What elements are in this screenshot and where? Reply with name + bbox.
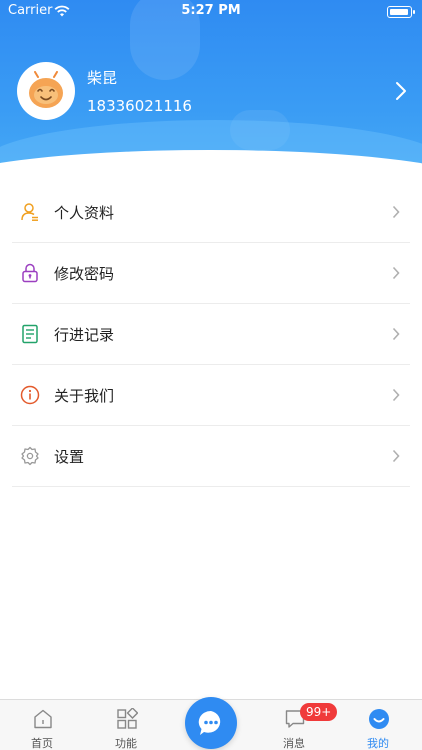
clock: 5:27 PM xyxy=(181,3,241,18)
lock-icon xyxy=(22,263,38,283)
chevron-right-icon xyxy=(392,266,400,280)
tab-mine[interactable]: 我的 xyxy=(348,700,408,750)
settings-icon xyxy=(21,446,39,466)
menu-item-label: 个人资料 xyxy=(54,204,115,222)
tab-features[interactable]: 功能 xyxy=(96,700,156,750)
user-name: 柴昆 xyxy=(87,69,118,87)
info-icon xyxy=(20,385,40,405)
menu-item-settings[interactable]: 设置 xyxy=(12,426,410,487)
menu-item-about-us[interactable]: 关于我们 xyxy=(12,365,410,426)
tab-label: 首页 xyxy=(31,737,53,750)
status-bar: Carrier 5:27 PM xyxy=(0,0,422,24)
chat-icon xyxy=(198,710,221,735)
smile-icon xyxy=(369,709,389,729)
avatar[interactable] xyxy=(17,62,75,120)
tab-label: 消息 xyxy=(283,737,305,750)
tab-label: 我的 xyxy=(367,737,389,750)
menu-item-change-password[interactable]: 修改密码 xyxy=(12,243,410,304)
chevron-right-icon xyxy=(392,327,400,341)
user-icon xyxy=(21,203,38,221)
grid-icon xyxy=(117,708,138,729)
menu-item-profile[interactable]: 个人资料 xyxy=(12,182,410,243)
home-icon xyxy=(34,709,52,729)
tab-home[interactable]: 首页 xyxy=(12,700,72,750)
settings-menu: 个人资料 修改密码 行进记录 关于我们 设置 xyxy=(12,182,410,487)
chevron-right-icon xyxy=(392,388,400,402)
chat-fab-button[interactable] xyxy=(185,697,237,749)
record-icon xyxy=(22,324,38,344)
menu-item-trip-records[interactable]: 行进记录 xyxy=(12,304,410,365)
battery-icon xyxy=(387,6,415,18)
avatar-face-icon xyxy=(29,71,63,108)
menu-item-label: 关于我们 xyxy=(54,387,115,405)
messages-badge: 99+ xyxy=(300,703,338,721)
chevron-right-icon xyxy=(392,205,400,219)
user-phone: 18336021116 xyxy=(87,97,192,115)
chevron-right-icon xyxy=(392,449,400,463)
chevron-right-icon[interactable] xyxy=(394,80,408,102)
tab-label: 功能 xyxy=(115,737,137,750)
menu-item-label: 设置 xyxy=(54,448,85,466)
header-wave xyxy=(0,150,422,182)
menu-item-label: 修改密码 xyxy=(54,265,115,283)
menu-item-label: 行进记录 xyxy=(54,326,115,344)
